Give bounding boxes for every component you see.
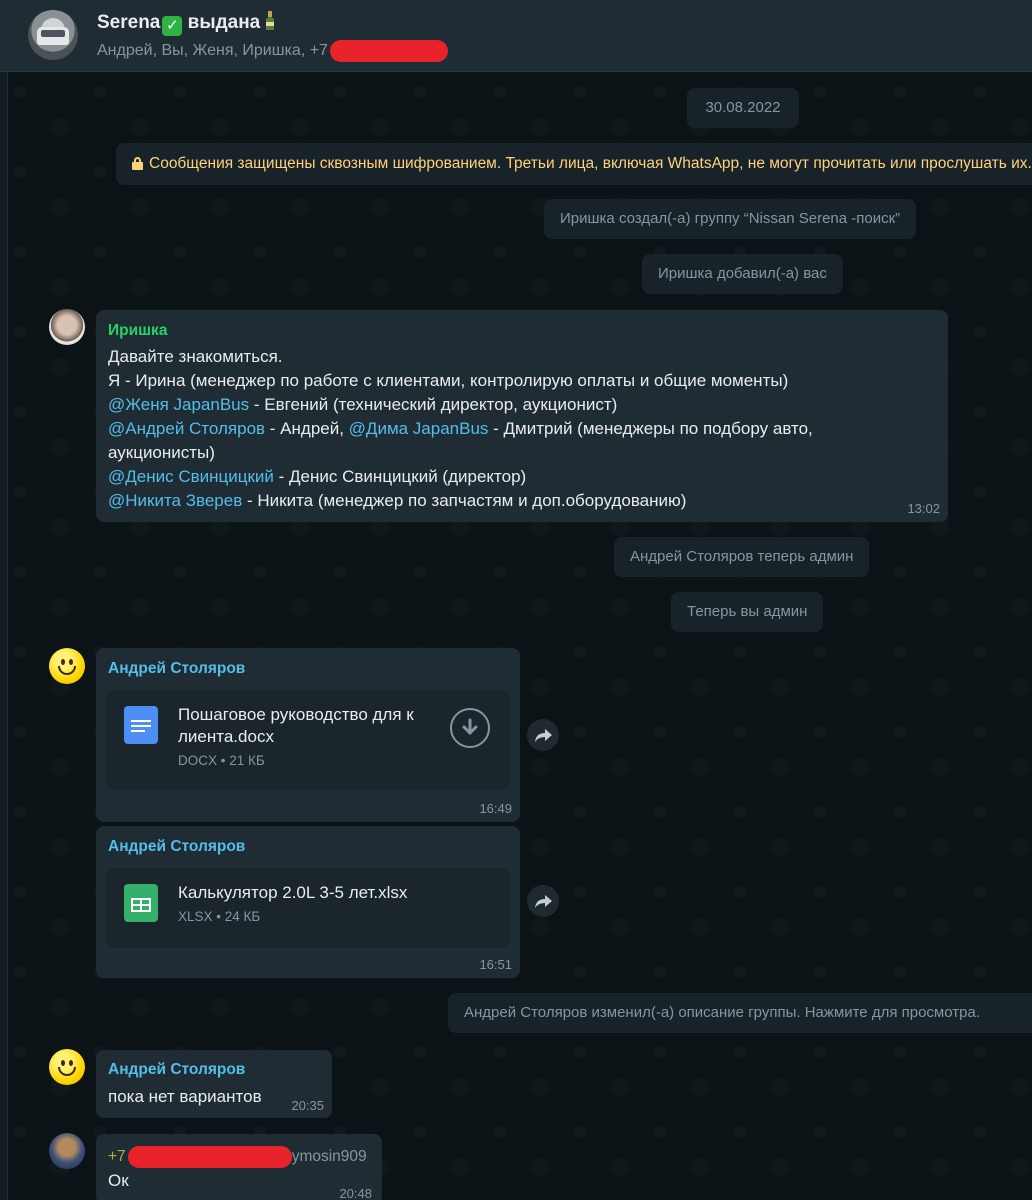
message-text: пока нет вариантов (108, 1087, 262, 1106)
forward-icon (535, 729, 552, 742)
message-sender[interactable]: Андрей Столяров (108, 838, 245, 856)
message-line: аукционисты) (108, 443, 215, 462)
mention-link[interactable]: @Денис Свинцицкий (108, 467, 274, 486)
members-list: Андрей, Вы, Женя, Иришка, +7 (97, 42, 328, 60)
group-avatar[interactable] (28, 10, 78, 60)
mention-link[interactable]: @Женя JapanBus (108, 395, 249, 414)
file-attachment-docx[interactable]: Пошаговое руководство для к лиента.docx … (106, 690, 510, 790)
mention-link[interactable]: @Дима JapanBus (349, 419, 489, 438)
redacted-phone (127, 1146, 292, 1168)
message-line: @Никита Зверев - Никита (менеджер по зап… (108, 489, 686, 513)
encryption-notice[interactable]: Сообщения защищены сквозным шифрованием.… (116, 143, 1032, 185)
forward-icon (535, 895, 552, 908)
message-fragment: - Евгений (технический директор, аукцион… (249, 395, 618, 414)
message-line: Я - Ирина (менеджер по работе с клиентам… (108, 371, 789, 390)
group-title[interactable]: Serena ✓ выдана (97, 11, 278, 36)
group-title-name: Serena (97, 12, 161, 33)
champagne-bottle-icon (266, 11, 275, 30)
message-sender[interactable]: Андрей Столяров (108, 1061, 245, 1079)
encryption-text: Сообщения защищены сквозным шифрованием.… (149, 155, 1032, 172)
system-text: Иришка добавил(-а) вас (658, 265, 827, 282)
sender-prefix: +7 (108, 1148, 126, 1166)
file-attachment-xlsx[interactable]: Калькулятор 2.0L 3-5 лет.xlsx XLSX • 24 … (106, 868, 510, 948)
group-title-suffix: выдана (187, 12, 261, 33)
message-fragment: - Дмитрий (менеджеры по подбору авто, (488, 419, 813, 438)
message-sender[interactable]: Андрей Столяров (108, 660, 245, 678)
group-members[interactable]: Андрей, Вы, Женя, Иришка, +7 (97, 40, 448, 62)
user-avatar[interactable] (49, 1133, 85, 1169)
check-mark-icon: ✓ (162, 16, 183, 36)
message-fragment: - Никита (менеджер по запчастям и доп.об… (242, 491, 687, 510)
system-desc-changed[interactable]: Андрей Столяров изменил(-а) описание гру… (448, 993, 1032, 1033)
andrey-avatar[interactable] (49, 648, 85, 684)
message-text: Ок (108, 1171, 129, 1190)
message-line: @Андрей Столяров - Андрей, @Дима JapanBu… (108, 417, 813, 441)
xlsx-file-icon (124, 884, 158, 922)
message-bubble-xlsx[interactable]: Андрей Столяров Калькулятор 2.0L 3-5 лет… (96, 826, 520, 978)
message-sender[interactable]: Иришка (108, 322, 167, 340)
redacted-phone (329, 40, 448, 62)
system-text: Теперь вы админ (687, 603, 808, 620)
sidebar-edge (0, 72, 8, 1200)
forward-button[interactable] (527, 719, 559, 751)
message-time: 20:48 (339, 1186, 372, 1200)
system-added-you: Иришка добавил(-а) вас (642, 254, 843, 294)
message-line: @Денис Свинцицкий - Денис Свинцицкий (ди… (108, 465, 526, 489)
message-time: 20:35 (291, 1098, 324, 1113)
message-time: 16:51 (479, 957, 512, 972)
system-admin-you: Теперь вы админ (671, 592, 824, 632)
system-admin-andrey: Андрей Столяров теперь админ (614, 537, 870, 577)
download-icon (462, 718, 478, 736)
sender-username: ymosin909 (291, 1148, 367, 1166)
file-name[interactable]: Калькулятор 2.0L 3-5 лет.xlsx (178, 882, 407, 904)
system-group-created: Иришка создал(-а) группу “Nissan Serena … (544, 199, 917, 239)
message-line: Давайте знакомиться. (108, 347, 283, 366)
irishka-avatar[interactable] (49, 309, 85, 345)
file-meta: DOCX • 21 КБ (178, 753, 265, 768)
message-line: @Женя JapanBus - Евгений (технический ди… (108, 393, 617, 417)
message-bubble-text[interactable]: Андрей Столяров пока нет вариантов 20:35 (96, 1050, 332, 1118)
message-bubble-text[interactable]: +7 ymosin909 Ок 20:48 (96, 1134, 382, 1200)
file-name[interactable]: Пошаговое руководство для к (178, 704, 414, 726)
date-divider: 30.08.2022 (687, 88, 799, 128)
chat-header[interactable]: Serena ✓ выдана Андрей, Вы, Женя, Иришка,… (0, 0, 1032, 72)
date-label: 30.08.2022 (705, 99, 781, 116)
forward-button[interactable] (527, 885, 559, 917)
message-fragment: - Денис Свинцицкий (директор) (273, 467, 527, 486)
docx-file-icon (124, 706, 158, 744)
message-time: 13:02 (907, 501, 940, 516)
message-bubble-irishka[interactable]: Иришка Давайте знакомиться. Я - Ирина (м… (96, 310, 948, 522)
message-bubble-docx[interactable]: Андрей Столяров Пошаговое руководство дл… (96, 648, 520, 822)
system-text: Иришка создал(-а) группу “Nissan Serena … (560, 210, 901, 227)
system-text: Андрей Столяров теперь админ (630, 548, 854, 565)
lock-icon (132, 157, 143, 170)
mention-link[interactable]: @Никита Зверев (108, 491, 242, 510)
andrey-avatar[interactable] (49, 1049, 85, 1085)
file-name-cont[interactable]: лиента.docx (178, 726, 274, 748)
message-time: 16:49 (479, 801, 512, 816)
message-sender[interactable]: +7 ymosin909 (108, 1146, 367, 1168)
message-fragment: - Андрей, (265, 419, 349, 438)
download-button[interactable] (450, 708, 490, 748)
system-text: Андрей Столяров изменил(-а) описание гру… (464, 1004, 980, 1021)
file-meta: XLSX • 24 КБ (178, 909, 261, 924)
mention-link[interactable]: @Андрей Столяров (108, 419, 265, 438)
